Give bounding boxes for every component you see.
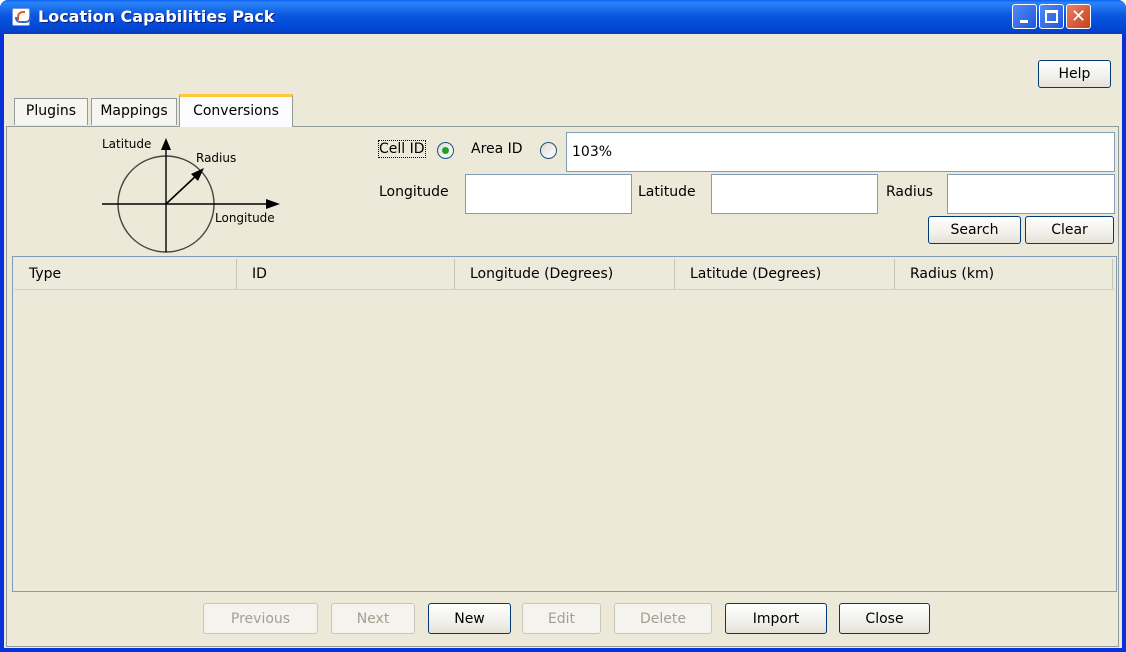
latitude-arrow-icon <box>161 138 171 150</box>
import-button[interactable]: Import <box>725 603 827 634</box>
id-input[interactable] <box>566 132 1115 172</box>
window-close-button[interactable]: ✕ <box>1066 4 1091 29</box>
column-header-type[interactable]: Type <box>14 259 237 289</box>
diagram-radius-label: Radius <box>196 151 236 165</box>
search-button[interactable]: Search <box>928 216 1021 244</box>
latitude-label: Latitude <box>638 184 696 200</box>
help-button[interactable]: Help <box>1038 60 1111 88</box>
longitude-label: Longitude <box>379 184 449 200</box>
table-header: Type ID Longitude (Degrees) Latitude (De… <box>14 259 1115 290</box>
longitude-arrow-icon <box>266 199 280 209</box>
tab-conversions[interactable]: Conversions <box>179 94 293 127</box>
tab-plugins[interactable]: Plugins <box>14 98 88 125</box>
minimize-button[interactable] <box>1012 4 1037 29</box>
window-title: Location Capabilities Pack <box>38 7 275 26</box>
next-button[interactable]: Next <box>331 603 415 634</box>
column-header-id[interactable]: ID <box>237 259 455 289</box>
new-button[interactable]: New <box>428 603 511 634</box>
table-body[interactable] <box>14 290 1115 590</box>
title-bar[interactable]: Location Capabilities Pack ✕ <box>0 0 1126 34</box>
area-id-radio[interactable] <box>540 142 557 159</box>
edit-button[interactable]: Edit <box>522 603 601 634</box>
column-header-longitude[interactable]: Longitude (Degrees) <box>455 259 675 289</box>
coordinate-diagram: Latitude Radius Longitude <box>102 137 280 253</box>
diagram-longitude-label: Longitude <box>215 211 275 225</box>
minimize-icon <box>1020 20 1028 23</box>
column-header-radius[interactable]: Radius (km) <box>895 259 1113 289</box>
column-header-latitude[interactable]: Latitude (Degrees) <box>675 259 895 289</box>
latitude-input[interactable] <box>711 174 878 214</box>
delete-button[interactable]: Delete <box>614 603 712 634</box>
maximize-button[interactable] <box>1039 4 1064 29</box>
cell-id-label[interactable]: Cell ID <box>378 140 426 158</box>
tab-mappings[interactable]: Mappings <box>91 98 177 125</box>
cell-id-radio[interactable] <box>437 142 454 159</box>
radius-line <box>165 173 199 205</box>
longitude-input[interactable] <box>465 174 632 214</box>
diagram-latitude-label: Latitude <box>102 137 151 151</box>
close-button[interactable]: Close <box>839 603 930 634</box>
previous-button[interactable]: Previous <box>203 603 318 634</box>
close-icon: ✕ <box>1070 6 1087 27</box>
area-id-label[interactable]: Area ID <box>471 141 523 157</box>
clear-button[interactable]: Clear <box>1025 216 1114 244</box>
radius-input[interactable] <box>947 174 1115 214</box>
radius-label: Radius <box>886 184 933 200</box>
java-app-icon <box>12 8 31 26</box>
maximize-icon <box>1045 10 1058 23</box>
